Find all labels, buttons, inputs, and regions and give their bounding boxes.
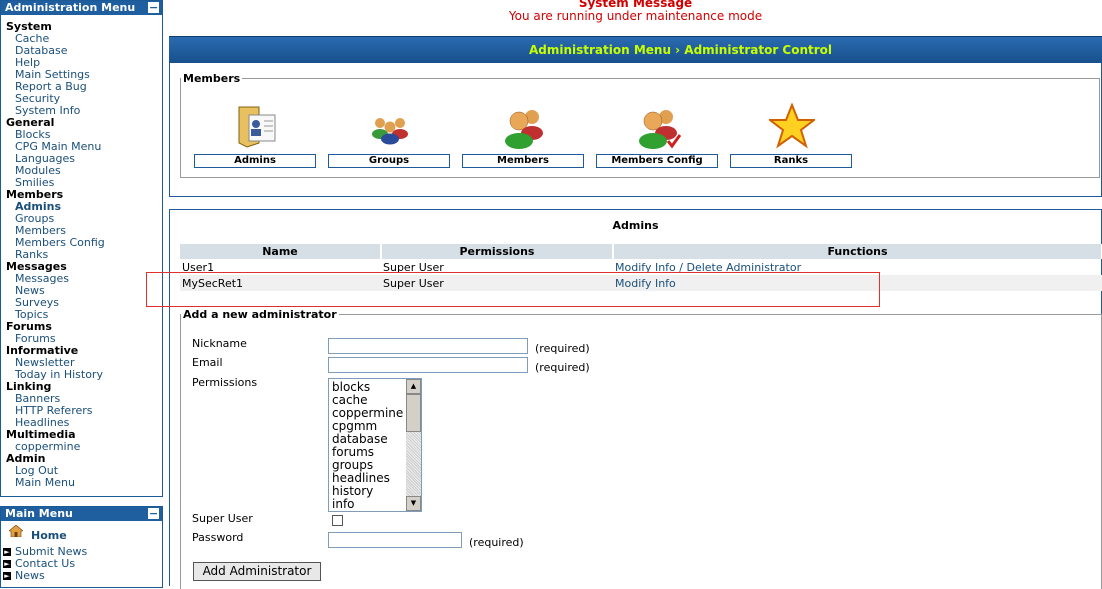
sidebar-item-main-menu[interactable]: Main Menu — [6, 477, 162, 489]
home-icon — [9, 525, 23, 537]
add-administrator-button[interactable]: Add Administrator — [193, 562, 321, 581]
scroll-up-icon[interactable]: ▲ — [406, 379, 421, 394]
members-button[interactable]: Members — [462, 103, 584, 168]
admin-menu-title: Administration Menu — [5, 1, 136, 14]
main-menu-header: Main Menu − — [1, 507, 162, 521]
star-icon — [767, 102, 817, 149]
sidebar: Administration Menu − System Cache Databas… — [0, 0, 163, 588]
main-menu-block: Main Menu − Home ► Submit News ► Contact Us… — [0, 506, 163, 588]
col-functions-header: Functions — [613, 244, 1102, 259]
permissions-label: Permissions — [192, 376, 258, 389]
ranks-button[interactable]: Ranks — [730, 102, 852, 168]
arrow-right-icon: ► — [3, 548, 11, 556]
members-panel: Members Admins Groups Members Members Confi… — [169, 62, 1102, 197]
admin-badge-icon — [233, 103, 279, 149]
scroll-down-icon[interactable]: ▼ — [406, 496, 421, 511]
scroll-thumb[interactable] — [406, 394, 421, 432]
password-input[interactable] — [328, 532, 462, 548]
admins-title: Admins — [612, 219, 659, 232]
highlight-box — [146, 272, 880, 307]
home-link[interactable]: Home — [1, 521, 162, 542]
members-legend: Members — [183, 72, 241, 85]
admin-menu-list: System Cache Database Help Main Settings Repo… — [1, 15, 162, 491]
nickname-input[interactable] — [328, 338, 528, 354]
system-message: System Message You are running under mai… — [169, 0, 1102, 23]
admins-button[interactable]: Admins — [194, 103, 316, 168]
admin-menu-block: Administration Menu − System Cache Databas… — [0, 0, 163, 497]
main-menu-title: Main Menu — [5, 507, 73, 520]
permissions-listbox[interactable]: blocks cache coppermine cpgmm database forums… — [328, 378, 422, 512]
email-input[interactable] — [328, 357, 528, 373]
email-label: Email — [192, 356, 223, 369]
add-admin-legend: Add a new administrator — [183, 308, 337, 321]
members-fieldset: Members Admins Groups Members Members Confi… — [180, 72, 1100, 178]
button-label: Members Config — [596, 154, 718, 168]
button-label: Members — [462, 154, 584, 168]
collapse-icon[interactable]: − — [148, 2, 159, 13]
groups-icon — [367, 103, 413, 149]
nickname-label: Nickname — [192, 337, 247, 350]
button-label: Admins — [194, 154, 316, 168]
col-name-header: Name — [180, 244, 382, 259]
password-required: (required) — [469, 536, 524, 549]
admins-panel: Admins Name Permissions Functions User1 … — [169, 209, 1102, 589]
arrow-right-icon: ► — [3, 572, 11, 580]
add-admin-fieldset: Add a new administrator Nickname (requir… — [180, 308, 1102, 589]
members-icon — [501, 103, 547, 149]
nickname-required: (required) — [535, 342, 590, 355]
members-config-icon — [635, 103, 682, 149]
groups-button[interactable]: Groups — [328, 103, 450, 168]
permission-option[interactable]: info — [332, 498, 403, 511]
system-message-text: You are running under maintenance mode — [508, 9, 763, 23]
button-label: Groups — [328, 154, 450, 168]
col-permissions-header: Permissions — [381, 244, 614, 259]
main-menu-item[interactable]: ► News — [1, 570, 162, 582]
breadcrumb: Administration Menu › Administrator Cont… — [528, 43, 833, 57]
arrow-right-icon: ► — [3, 560, 11, 568]
email-required: (required) — [535, 361, 590, 374]
password-label: Password — [192, 531, 244, 544]
scroll-track[interactable] — [406, 432, 421, 496]
button-label: Ranks — [730, 154, 852, 168]
super-user-label: Super User — [192, 512, 253, 525]
collapse-icon[interactable]: − — [148, 508, 159, 519]
main-menu-label: News — [15, 569, 45, 582]
page-title-bar: Administration Menu › Administrator Cont… — [169, 36, 1102, 63]
home-label: Home — [31, 529, 67, 542]
members-config-button[interactable]: Members Config — [596, 103, 718, 168]
super-user-checkbox[interactable] — [332, 515, 343, 526]
main-menu-list: ► Submit News ► Contact Us ► News — [1, 542, 162, 582]
main-content: System Message You are running under mai… — [169, 0, 1102, 589]
admin-menu-header: Administration Menu − — [1, 1, 162, 15]
listbox-scrollbar[interactable]: ▲ ▼ — [406, 379, 421, 511]
